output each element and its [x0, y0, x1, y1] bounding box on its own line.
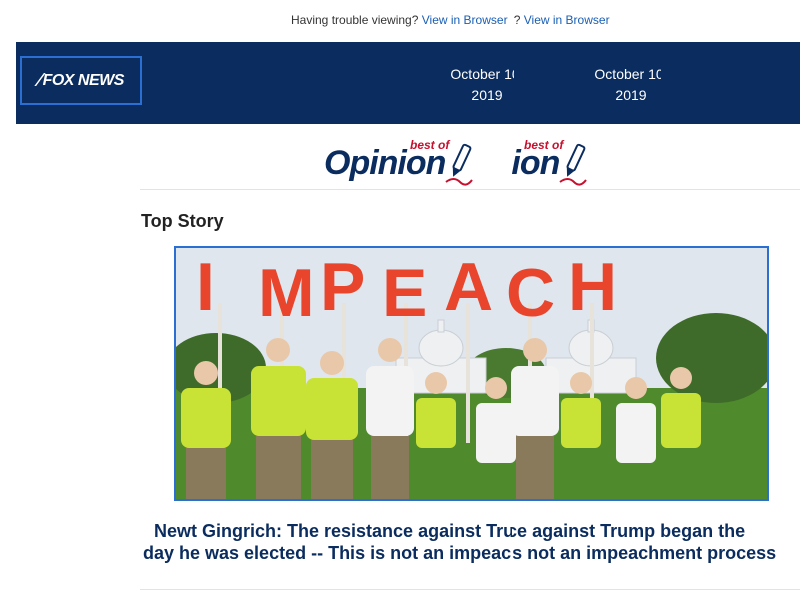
sign-letter: I [196, 249, 215, 325]
headline-line-1-duplicate[interactable]: Newt Gingrich: The resistance against Tr… [512, 520, 745, 542]
date-line-1: October 10, [594, 66, 661, 82]
pen-icon [445, 143, 473, 186]
top-story-headline[interactable]: Newt Gingrich: The resistance against Tr… [140, 520, 800, 570]
sign-letter: M [258, 255, 315, 331]
best-of-opinion-logo-duplicate: best of Opinion [512, 136, 596, 186]
header-date: October 10, 2019 [442, 64, 514, 106]
view-in-browser-link-duplicate[interactable]: View in Browser [524, 13, 610, 27]
headline-line-2-duplicate[interactable]: day he was elected -- This is not an imp… [512, 542, 776, 564]
protest-photo: IMPEACH [176, 248, 767, 499]
section-title: Top Story [141, 211, 224, 231]
divider [140, 189, 800, 190]
sign-letter: P [320, 249, 365, 325]
sign-letter: E [382, 255, 427, 331]
fox-news-logo[interactable]: ⁄ FOX NEWS [20, 56, 142, 105]
view-in-browser-link[interactable]: View in Browser [422, 13, 508, 27]
fox-slash-icon: ⁄ [38, 70, 41, 90]
notice-text: Having trouble viewing? [291, 13, 419, 27]
best-of-opinion-banner: best of Opinion best of Opinion [0, 130, 800, 188]
headline-line-2[interactable]: day he was elected -- This is not an imp… [143, 542, 512, 564]
header-date-duplicate: October 10, 2019 [586, 64, 661, 106]
sign-letter: C [506, 255, 555, 331]
sign-letter: H [568, 249, 617, 325]
sign-letter: A [444, 249, 493, 325]
date-line-1: October 10, [450, 66, 514, 82]
date-line-2: 2019 [615, 87, 647, 103]
notice-text-duplicate: Having trouble viewing? [514, 13, 521, 27]
view-in-browser-notice: Having trouble viewing? View in Browser … [0, 13, 800, 31]
logo-text: FOX NEWS [42, 71, 125, 89]
top-story-image[interactable]: IMPEACH [174, 246, 769, 501]
pen-icon [559, 143, 587, 186]
divider [140, 589, 800, 590]
header-bar: ⁄ FOX NEWS October 10, 2019 October 10, … [16, 42, 800, 124]
headline-line-1[interactable]: Newt Gingrich: The resistance against Tr… [154, 520, 512, 542]
best-of-opinion-logo: best of Opinion [322, 136, 482, 186]
date-line-2: 2019 [471, 87, 503, 103]
